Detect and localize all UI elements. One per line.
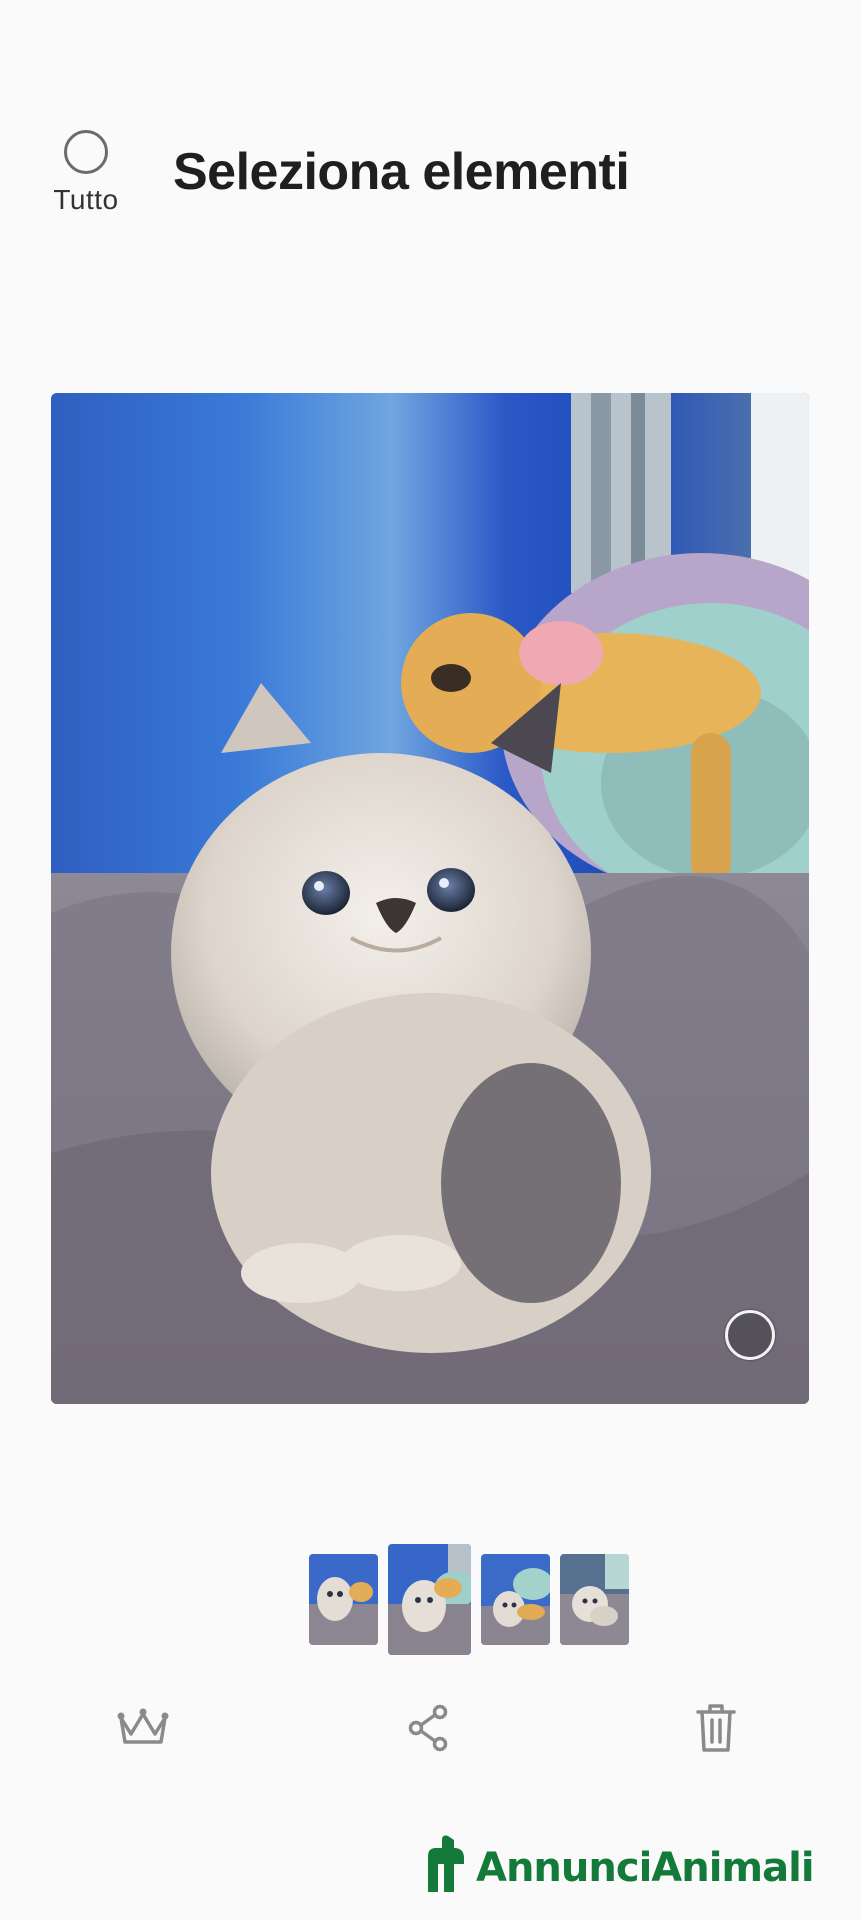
page-title: Seleziona elementi [173,143,630,201]
share-icon [408,1704,448,1752]
photo-select-radio[interactable] [725,1310,775,1360]
crown-icon [117,1708,169,1744]
thumbnail-1[interactable] [309,1553,378,1645]
select-items-screen: Tutto Seleziona elementi AnnunciAnimali [0,0,861,1920]
annuncianimali-logo: AnnunciAnimali [424,1828,815,1892]
thumbnail-4[interactable] [560,1553,629,1645]
bottom-action-bar [0,1700,861,1756]
photo-kitten-image [51,393,809,1404]
main-photo[interactable] [51,393,809,1404]
thumbnail-strip [309,1543,629,1655]
thumbnail-3[interactable] [481,1553,550,1645]
select-all-radio[interactable] [64,130,108,174]
thumbnail-4-image [560,1553,629,1645]
thumbnail-2-image [388,1543,471,1655]
delete-button[interactable] [686,1700,746,1756]
share-button[interactable] [398,1700,458,1756]
trash-icon [696,1704,736,1752]
thumbnail-3-image [481,1553,550,1645]
crown-button[interactable] [113,1700,173,1756]
thumbnail-1-image [309,1553,378,1645]
logo-wordmark: AnnunciAnimali [476,1845,815,1891]
select-all-label: Tutto [53,184,119,215]
thumbnail-2[interactable] [388,1543,471,1655]
logo-mark-icon [428,1835,464,1892]
select-all-toggle[interactable]: Tutto [44,130,128,216]
